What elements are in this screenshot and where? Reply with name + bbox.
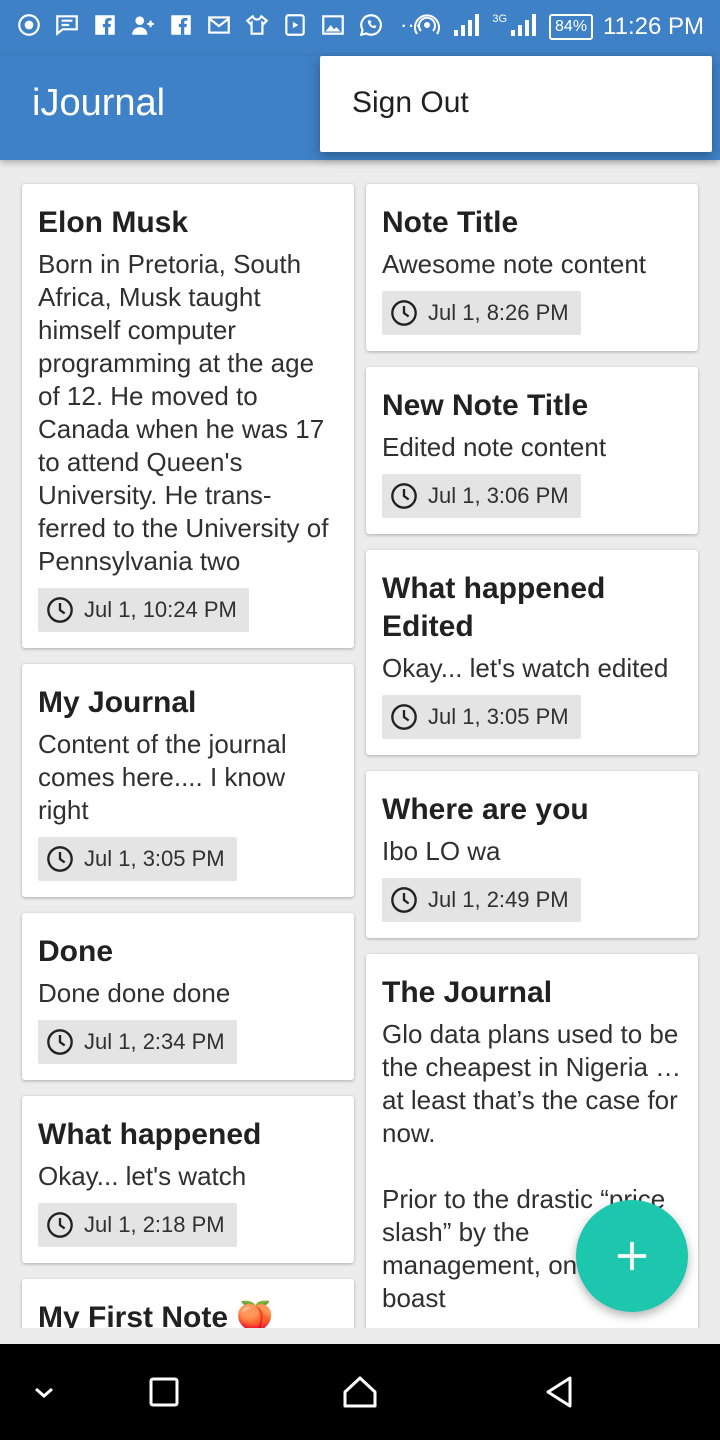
notes-grid[interactable]: Elon Musk Born in Pretoria, South Africa… — [0, 160, 720, 1328]
recent-apps-icon[interactable] — [144, 1372, 184, 1412]
network-type: 3G — [492, 13, 508, 25]
note-card[interactable]: New Note Title Edited note content Jul 1… — [366, 367, 698, 534]
note-card[interactable]: What happened Okay... let's watch Jul 1,… — [22, 1096, 354, 1263]
note-content: Okay... let's watch edited — [382, 653, 669, 683]
app-title: iJournal — [32, 82, 166, 124]
battery-icon: 84% — [549, 14, 594, 40]
note-title: Note Title — [382, 206, 519, 239]
clock-icon — [391, 300, 417, 326]
collapse-icon[interactable] — [24, 1372, 64, 1412]
note-card[interactable]: Done Done done done Jul 1, 2:34 PM — [22, 913, 354, 1080]
note-title: What happened Edited — [382, 572, 606, 643]
notes-column-left: Elon Musk Born in Pretoria, South Africa… — [22, 184, 354, 1328]
clock-icon — [47, 846, 73, 872]
note-card[interactable]: My Journal Content of the journal comes … — [22, 664, 354, 897]
note-timestamp: Jul 1, 10:24 PM — [38, 588, 249, 632]
clock-icon — [391, 483, 417, 509]
note-time: Jul 1, 2:34 PM — [84, 1029, 225, 1054]
message-icon — [54, 12, 80, 38]
note-time: Jul 1, 2:49 PM — [428, 887, 569, 912]
note-timestamp: Jul 1, 3:05 PM — [382, 695, 581, 739]
play-store-icon — [282, 12, 308, 38]
note-card[interactable]: Where are you Ibo LO wa Jul 1, 2:49 PM — [366, 771, 698, 938]
note-card[interactable]: My First Note 🍑 — [22, 1279, 354, 1328]
note-timestamp: Jul 1, 8:26 PM — [382, 291, 581, 335]
note-title: Where are you — [382, 793, 589, 826]
note-time: Jul 1, 3:06 PM — [428, 483, 569, 508]
note-timestamp: Jul 1, 3:05 PM — [38, 837, 237, 881]
facebook-icon — [92, 12, 118, 38]
status-bar: ··· 3G 84% 11:26 PM — [0, 0, 720, 56]
whatsapp-icon — [358, 12, 384, 38]
hotspot-icon — [412, 12, 442, 43]
note-timestamp: Jul 1, 2:18 PM — [38, 1203, 237, 1247]
signal-icon — [452, 12, 482, 43]
facebook-icon — [168, 12, 194, 38]
shop-icon — [244, 12, 270, 38]
note-time: Jul 1, 2:18 PM — [84, 1212, 225, 1237]
note-timestamp: Jul 1, 2:49 PM — [382, 878, 581, 922]
note-timestamp: Jul 1, 3:06 PM — [382, 474, 581, 518]
note-content: Born in Pretoria, South Africa, Musk tau… — [38, 249, 329, 576]
note-content: Okay... let's watch — [38, 1161, 247, 1191]
note-time: Jul 1, 3:05 PM — [84, 846, 225, 871]
overflow-menu: Sign Out — [320, 56, 712, 152]
back-icon[interactable] — [540, 1372, 580, 1412]
add-note-button[interactable] — [576, 1200, 688, 1312]
system-icons: 3G 84% 11:26 PM — [412, 10, 704, 44]
note-card[interactable]: Note Title Awesome note content Jul 1, 8… — [366, 184, 698, 351]
note-title: What happened — [38, 1118, 262, 1151]
clock-icon — [391, 704, 417, 730]
note-time: Jul 1, 10:24 PM — [84, 597, 237, 622]
note-title: My Journal — [38, 686, 197, 719]
note-content: Edited note content — [382, 432, 607, 462]
clock-icon — [47, 1212, 73, 1238]
note-time: Jul 1, 3:05 PM — [428, 704, 569, 729]
note-time: Jul 1, 8:26 PM — [428, 300, 569, 325]
note-card[interactable]: What happened Edited Okay... let's watch… — [366, 550, 698, 755]
clock-icon — [47, 1029, 73, 1055]
clock: 11:26 PM — [603, 13, 704, 40]
clock-icon — [47, 597, 73, 623]
note-title: The Journal — [382, 976, 553, 1009]
navigation-bar — [0, 1344, 720, 1440]
signal-icon — [509, 12, 539, 43]
note-title: My First Note 🍑 — [38, 1301, 274, 1328]
note-content: Content of the journal comes here.... I … — [38, 729, 287, 825]
gallery-icon — [320, 12, 346, 38]
note-title: Elon Musk — [38, 206, 189, 239]
note-content: Ibo LO wa — [382, 836, 501, 866]
sign-out-menu-item[interactable]: Sign Out — [352, 86, 469, 120]
notification-icons: ··· — [16, 12, 422, 38]
note-card[interactable]: Elon Musk Born in Pretoria, South Africa… — [22, 184, 354, 648]
gmail-icon — [206, 12, 232, 38]
plus-icon — [617, 1241, 647, 1271]
note-title: Done — [38, 935, 113, 968]
notes-column-right: Note Title Awesome note content Jul 1, 8… — [366, 184, 698, 1328]
note-content: Done done done — [38, 978, 231, 1008]
note-title: New Note Title — [382, 389, 589, 422]
clock-icon — [391, 887, 417, 913]
browser-icon — [16, 12, 42, 38]
home-icon[interactable] — [340, 1372, 380, 1412]
note-content: Awesome note content — [382, 249, 647, 279]
note-timestamp: Jul 1, 2:34 PM — [38, 1020, 237, 1064]
add-friend-icon — [130, 12, 156, 38]
